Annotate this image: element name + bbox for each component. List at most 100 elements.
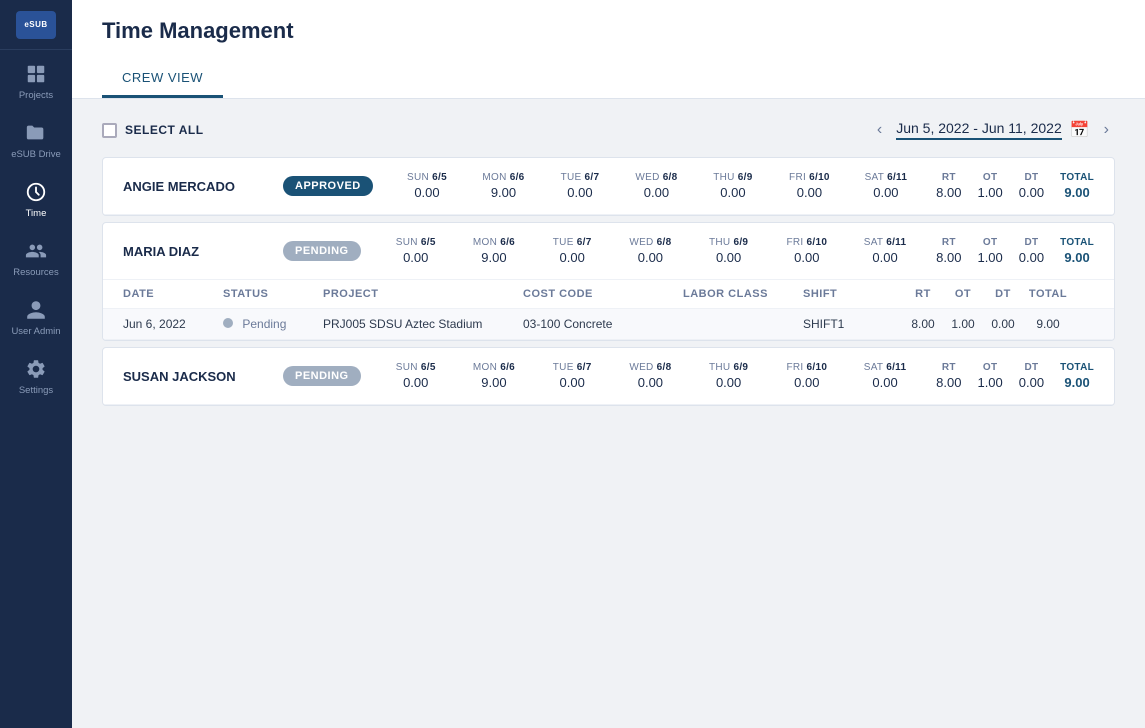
col-header-cost: COST CODE (523, 288, 683, 300)
day-cell-sun: SUN 6/5 0.00 (377, 237, 455, 265)
sidebar-item-settings[interactable]: Settings (0, 345, 72, 404)
total-col: TOTAL 9.00 (1060, 362, 1094, 390)
col-header-shift: SHIFT (803, 288, 903, 300)
dt-label: DT (1024, 237, 1038, 248)
page-title: Time Management (102, 18, 1115, 44)
tab-crew-view[interactable]: CREW VIEW (102, 60, 223, 98)
sidebar-item-projects[interactable]: Projects (0, 50, 72, 109)
day-label: MON 6/6 (482, 172, 524, 183)
day-value: 9.00 (481, 375, 506, 390)
rt-value: 8.00 (936, 250, 961, 265)
col-header-status: STATUS (223, 288, 323, 300)
day-label: SAT 6/11 (864, 237, 907, 248)
select-all-row: SELECT ALL (102, 123, 204, 138)
dt-value: 0.00 (1019, 375, 1044, 390)
total-rt-col: RT 8.00 (936, 237, 961, 265)
days-row: SUN 6/5 0.00 MON 6/6 9.00 TUE 6/7 0.00 W… (377, 362, 925, 390)
total-ot-col: OT 1.00 (977, 362, 1002, 390)
day-value: 0.00 (872, 250, 897, 265)
col-header-date: DATE (123, 288, 223, 300)
day-label: FRI 6/10 (789, 172, 830, 183)
day-label: THU 6/9 (709, 237, 748, 248)
total-col: TOTAL 9.00 (1060, 172, 1094, 200)
totals-section: RT 8.00 OT 1.00 DT 0.00 TOTAL 9.00 (936, 362, 1094, 390)
day-cell-wed: WED 6/8 0.00 (618, 172, 694, 200)
sidebar-item-time[interactable]: Time (0, 168, 72, 227)
day-value: 0.00 (403, 375, 428, 390)
day-value: 0.00 (403, 250, 428, 265)
person-icon (24, 298, 48, 322)
calendar-icon[interactable]: 📅 (1070, 120, 1090, 140)
totals-section: RT 8.00 OT 1.00 DT 0.00 TOTAL 9.00 (936, 237, 1094, 265)
status-badge: APPROVED (283, 176, 373, 196)
employee-name: ANGIE MERCADO (123, 179, 283, 194)
total-dt-col: DT 0.00 (1019, 237, 1044, 265)
employee-card-susan: SUSAN JACKSON PENDING SUN 6/5 0.00 MON 6… (102, 347, 1115, 406)
detail-total: 9.00 (1023, 317, 1073, 331)
day-label: THU 6/9 (713, 172, 752, 183)
toolbar: SELECT ALL ‹ Jun 5, 2022 - Jun 11, 2022 … (102, 119, 1115, 141)
total-dt-col: DT 0.00 (1019, 172, 1044, 200)
day-label: WED 6/8 (629, 362, 671, 373)
total-col: TOTAL 9.00 (1060, 237, 1094, 265)
days-row: SUN 6/5 0.00 MON 6/6 9.00 TUE 6/7 0.00 W… (389, 172, 924, 200)
detail-cost-code: 03-100 Concrete (523, 317, 683, 331)
folder-icon (24, 121, 48, 145)
sidebar-item-useradmin[interactable]: User Admin (0, 286, 72, 345)
day-value: 0.00 (638, 375, 663, 390)
day-cell-tue: TUE 6/7 0.00 (533, 362, 611, 390)
day-cell-sat: SAT 6/11 0.00 (846, 362, 924, 390)
day-label: FRI 6/10 (786, 362, 827, 373)
next-date-button[interactable]: › (1098, 119, 1115, 141)
day-value: 0.00 (638, 250, 663, 265)
total-value: 9.00 (1064, 375, 1089, 390)
sidebar-label-time: Time (26, 208, 47, 219)
day-label: SAT 6/11 (864, 362, 907, 373)
sidebar-item-drive[interactable]: eSUB Drive (0, 109, 72, 168)
total-value: 9.00 (1064, 185, 1089, 200)
day-value: 0.00 (560, 250, 585, 265)
day-value: 0.00 (560, 375, 585, 390)
col-header-labor: LABOR CLASS (683, 288, 803, 300)
day-value: 0.00 (720, 185, 745, 200)
days-row: SUN 6/5 0.00 MON 6/6 9.00 TUE 6/7 0.00 W… (377, 237, 925, 265)
day-label: TUE 6/7 (553, 362, 592, 373)
sidebar-label-useradmin: User Admin (11, 326, 60, 337)
content-area: SELECT ALL ‹ Jun 5, 2022 - Jun 11, 2022 … (72, 99, 1145, 728)
dt-value: 0.00 (1019, 185, 1044, 200)
day-value: 0.00 (794, 375, 819, 390)
day-value: 0.00 (716, 250, 741, 265)
detail-ot: 1.00 (943, 317, 983, 331)
day-label: SUN 6/5 (407, 172, 447, 183)
date-range-label: Jun 5, 2022 - Jun 11, 2022 (896, 120, 1062, 140)
select-all-checkbox[interactable] (102, 123, 117, 138)
sidebar-item-resources[interactable]: Resources (0, 227, 72, 286)
date-nav: ‹ Jun 5, 2022 - Jun 11, 2022 📅 › (871, 119, 1115, 141)
detail-header-row: DATE STATUS PROJECT COST CODE LABOR CLAS… (103, 280, 1114, 309)
day-cell-tue: TUE 6/7 0.00 (542, 172, 618, 200)
total-ot-col: OT 1.00 (977, 172, 1002, 200)
ot-label: OT (983, 237, 998, 248)
day-cell-wed: WED 6/8 0.00 (611, 362, 689, 390)
employee-name: SUSAN JACKSON (123, 369, 283, 384)
day-value: 0.00 (794, 250, 819, 265)
total-value: 9.00 (1064, 250, 1089, 265)
page-header: Time Management CREW VIEW (72, 0, 1145, 99)
day-cell-sat: SAT 6/11 0.00 (848, 172, 924, 200)
detail-rt: 8.00 (903, 317, 943, 331)
day-value: 0.00 (797, 185, 822, 200)
dt-value: 0.00 (1019, 250, 1044, 265)
day-cell-mon: MON 6/6 9.00 (465, 172, 541, 200)
day-cell-thu: THU 6/9 0.00 (690, 362, 768, 390)
sidebar: Projects eSUB Drive Time Resources User … (0, 0, 72, 728)
dt-label: DT (1024, 362, 1038, 373)
prev-date-button[interactable]: ‹ (871, 119, 888, 141)
total-rt-col: RT 8.00 (936, 172, 961, 200)
ot-value: 1.00 (977, 250, 1002, 265)
sidebar-label-settings: Settings (19, 385, 53, 396)
total-ot-col: OT 1.00 (977, 237, 1002, 265)
day-cell-sun: SUN 6/5 0.00 (377, 362, 455, 390)
rt-label: RT (942, 362, 956, 373)
day-cell-sat: SAT 6/11 0.00 (846, 237, 924, 265)
day-cell-fri: FRI 6/10 0.00 (768, 362, 846, 390)
